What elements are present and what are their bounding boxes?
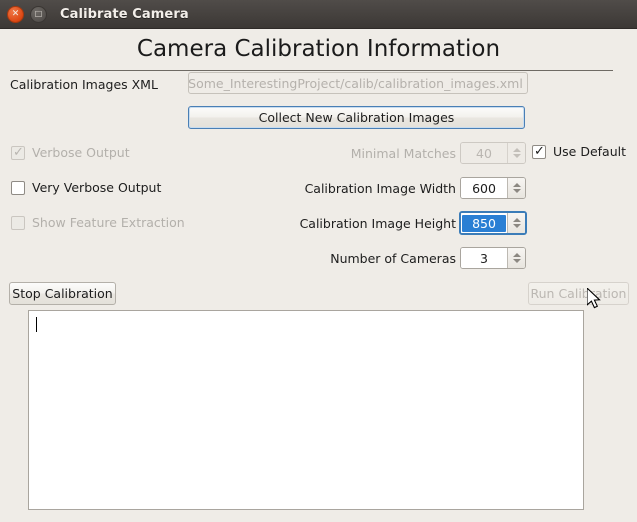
calibration-image-width-label: Calibration Image Width (304, 181, 456, 196)
minimal-matches-value: 40 (461, 143, 507, 163)
very-verbose-output-label: Very Verbose Output (32, 180, 162, 195)
verbose-output-checkbox-box: ✓ (11, 144, 25, 160)
minimal-matches-stepper (507, 143, 525, 163)
checkbox-show-feature-extraction: Show Feature Extraction (11, 215, 185, 230)
collect-calibration-images-button[interactable]: Collect New Calibration Images (188, 106, 525, 129)
calibration-image-width-value[interactable]: 600 (461, 178, 507, 198)
close-button[interactable]: ✕ (7, 5, 24, 23)
number-of-cameras-label: Number of Cameras (330, 251, 456, 266)
chevron-down-icon[interactable] (512, 224, 521, 228)
use-default-checkbox-box[interactable]: ✓ (532, 143, 546, 159)
calibration-image-height-stepper[interactable] (507, 213, 525, 233)
page-title: Camera Calibration Information (136, 36, 501, 62)
check-icon: ✓ (534, 143, 545, 159)
chevron-up-icon (512, 148, 521, 152)
checkbox-very-verbose-output[interactable]: Very Verbose Output (11, 180, 161, 195)
maximize-button[interactable]: □ (30, 5, 47, 23)
checkbox-verbose-output: ✓ Verbose Output (11, 145, 130, 160)
xml-path-label: Calibration Images XML (10, 77, 158, 92)
chevron-down-icon[interactable] (512, 189, 521, 193)
window-title: Calibrate Camera (60, 6, 189, 22)
minimal-matches-spinbox: 40 (460, 142, 526, 164)
number-of-cameras-stepper[interactable] (507, 248, 525, 268)
stop-calibration-label: Stop Calibration (12, 286, 113, 301)
text-caret (36, 317, 37, 332)
very-verbose-output-checkbox-box[interactable] (11, 180, 25, 195)
chevron-down-icon (512, 154, 521, 158)
calibration-image-width-spinbox[interactable]: 600 (460, 177, 526, 199)
show-feature-extraction-checkbox-box (11, 215, 25, 230)
run-calibration-label: Run Calibration (530, 286, 627, 301)
use-default-label: Use Default (553, 144, 626, 159)
number-of-cameras-spinbox[interactable]: 3 (460, 247, 526, 269)
xml-path-input[interactable]: p/Some_InterestingProject/calib/calibrat… (188, 72, 528, 94)
calibration-image-height-value[interactable]: 850 (462, 214, 506, 232)
calibration-log-textarea[interactable] (28, 310, 584, 510)
chevron-up-icon[interactable] (512, 183, 521, 187)
checkbox-use-default[interactable]: ✓ Use Default (532, 144, 626, 159)
window-titlebar: ✕ □ Calibrate Camera (0, 0, 637, 29)
calibration-image-height-spinbox[interactable]: 850 (459, 211, 527, 235)
close-icon: ✕ (11, 8, 20, 19)
chevron-up-icon[interactable] (512, 218, 521, 222)
title-separator (10, 70, 613, 71)
show-feature-extraction-label: Show Feature Extraction (32, 215, 185, 230)
calibration-image-height-label: Calibration Image Height (299, 216, 456, 231)
calibration-image-width-stepper[interactable] (507, 178, 525, 198)
dialog-client-area: Camera Calibration Information Calibrati… (0, 29, 637, 522)
check-icon: ✓ (13, 144, 24, 160)
verbose-output-label: Verbose Output (32, 145, 130, 160)
collect-calibration-images-label: Collect New Calibration Images (258, 110, 455, 125)
chevron-down-icon[interactable] (512, 259, 521, 263)
chevron-up-icon[interactable] (512, 253, 521, 257)
calibration-image-height-value-wrap[interactable]: 850 (461, 213, 507, 233)
minimal-matches-label: Minimal Matches (350, 146, 456, 161)
stop-calibration-button[interactable]: Stop Calibration (9, 282, 116, 305)
xml-path-value: p/Some_InterestingProject/calib/calibrat… (188, 75, 523, 91)
maximize-icon: □ (34, 9, 43, 18)
run-calibration-button: Run Calibration (528, 282, 629, 305)
number-of-cameras-value[interactable]: 3 (461, 248, 507, 268)
